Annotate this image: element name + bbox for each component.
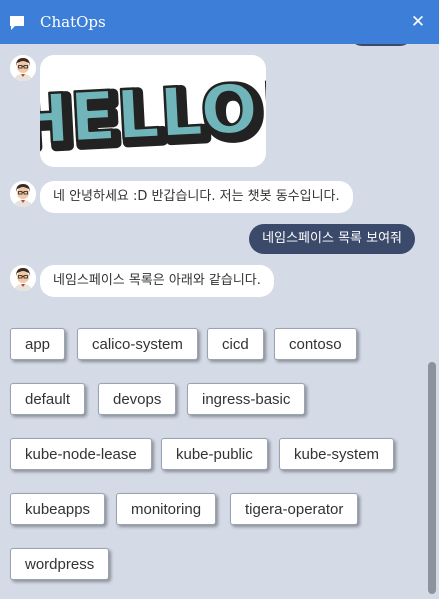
namespace-button-app[interactable]: app [10, 328, 66, 360]
namespace-button-cicd[interactable]: cicd [207, 328, 264, 360]
namespace-button-kubeapps[interactable]: kubeapps [10, 493, 106, 525]
previous-user-message [350, 44, 412, 46]
bot-avatar [10, 181, 36, 207]
namespace-button-calico-system[interactable]: calico-system [77, 328, 198, 360]
chat-body[interactable]: HELLO! HELLO! 네 안녕하세요 :D 반갑습니다. 저는 챗봇 동수… [0, 44, 439, 599]
close-icon[interactable]: ✕ [408, 12, 428, 32]
bot-namespace-intro-message: 네임스페이스 목록은 아래와 같습니다. [40, 265, 274, 297]
namespace-button-devops[interactable]: devops [98, 383, 177, 415]
hello-image-text: HELLO! [40, 68, 266, 161]
hello-image-message: HELLO! HELLO! [40, 55, 266, 167]
namespace-button-kube-node-lease[interactable]: kube-node-lease [10, 438, 152, 470]
namespace-button-kube-public[interactable]: kube-public [161, 438, 268, 470]
namespace-button-wordpress[interactable]: wordpress [10, 548, 110, 580]
namespace-button-contoso[interactable]: contoso [274, 328, 357, 360]
namespace-button-tigera-operator[interactable]: tigera-operator [230, 493, 359, 525]
chat-bubble-icon [10, 16, 24, 30]
namespace-button-monitoring[interactable]: monitoring [116, 493, 217, 525]
chat-scrollbar[interactable] [428, 362, 436, 594]
bot-avatar [10, 265, 36, 291]
bot-greeting-message: 네 안녕하세요 :D 반갑습니다. 저는 챗봇 동수입니다. [40, 181, 353, 213]
user-message: 네임스페이스 목록 보여줘 [249, 224, 415, 254]
namespace-button-kube-system[interactable]: kube-system [279, 438, 395, 470]
chat-title: ChatOps [40, 13, 106, 31]
hello-image: HELLO! HELLO! [40, 67, 266, 167]
bot-avatar [10, 55, 36, 81]
namespace-button-ingress-basic[interactable]: ingress-basic [187, 383, 306, 415]
namespace-button-default[interactable]: default [10, 383, 86, 415]
chat-header: ChatOps ✕ [0, 0, 439, 44]
